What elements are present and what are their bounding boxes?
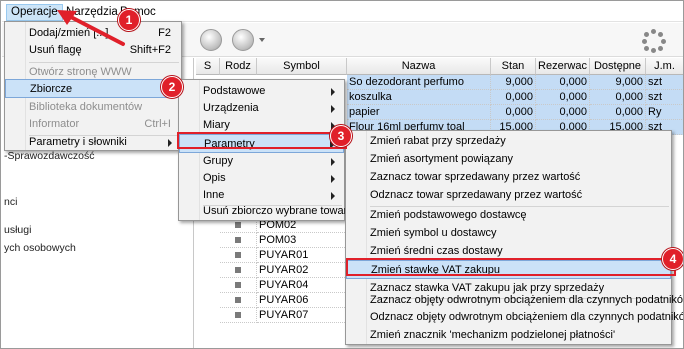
cell-symbol: PUYAR01 [257,248,347,263]
column-header-nazwa[interactable]: Nazwa [347,58,491,75]
menu-item-zmien-symbol[interactable]: Zmień symbol u dostawcy [346,224,671,243]
menu-item-label: Zbiorcze [30,83,73,95]
cell-rezerwacje: 0,000 [536,75,590,90]
cell-jm: szt [646,90,683,105]
cell-symbol: PUYAR04 [257,278,347,293]
submenu-arrow-icon [168,139,172,147]
product-type-icon [220,233,257,248]
menu-item-zaznacz-przez-wartosc[interactable]: Zaznacz towar sprzedawany przez wartość [346,168,671,187]
menu-item-label: Zmień znacznik 'mechanizm podzielonej pł… [370,329,616,341]
cell-rezerwacje: 0,000 [536,90,590,105]
cell-stan: 9,000 [491,75,536,90]
menu-item-informator: Informator Ctrl+I [5,115,181,134]
chevron-down-icon[interactable] [259,38,265,42]
cell-dostepne: 0,000 [590,105,646,120]
menu-item-label: Zmień asortyment powiązany [370,153,514,165]
menu-item-usun-flage[interactable]: Usuń flagę Shift+F2 [5,41,181,60]
menu-item-label: Usuń flagę [29,44,82,56]
menu-item-label: Zmień rabat przy sprzedaży [370,135,506,147]
menu-item-label: Odznacz towar sprzedawany przez wartość [370,189,583,201]
cell-symbol: PUYAR02 [257,263,347,278]
shortcut-label: Ctrl+I [144,118,171,130]
menu-bar: Operacje Narzędzia Pomoc [2,2,683,22]
menu-item-zmien-rabat[interactable]: Zmień rabat przy sprzedaży [346,132,671,151]
menu-item-zbiorcze[interactable]: Zbiorcze [5,79,181,98]
cell-nazwa: papier [347,105,491,120]
operacje-menu: Dodaj/zmień [...] F2 Usuń flagę Shift+F2… [4,21,182,151]
product-type-icon [220,263,257,278]
parametry-submenu: Zmień rabat przy sprzedaży Zmień asortym… [345,130,683,345]
submenu-arrow-icon [331,88,335,96]
annotation-box-parametry [177,132,347,149]
cell-symbol: PUYAR06 [257,293,347,308]
column-header-dostepne[interactable]: Dostępne [590,58,646,75]
product-type-icon [220,278,257,293]
menu-item-label: Informator [29,118,80,130]
cell-stan: 0,000 [491,105,536,120]
column-header-stan[interactable]: Stan [491,58,536,75]
app-window: Operacje Narzędzia Pomoc -Sprawozdawczoś… [0,0,684,349]
tree-item[interactable]: ych osobowych [4,242,76,254]
menu-item-label: Zmień podstawowego dostawcę [370,209,527,221]
menu-item-label: Usuń zbiorczo wybrane towary [203,205,353,217]
column-header-rodz[interactable]: Rodz [220,58,257,75]
menu-item-label: Zmień symbol u dostawcy [370,227,497,239]
cell-symbol: PUYAR07 [257,308,347,323]
column-header-jm[interactable]: J.m. [646,58,683,75]
column-header-rezerwacje[interactable]: Rezerwac [536,58,590,75]
shortcut-label: Shift+F2 [129,44,171,56]
product-type-icon [220,248,257,263]
cell-nazwa: So dezodorant perfumo [347,75,491,90]
menu-item-mechanizm-platnosci[interactable]: Zmień znacznik 'mechanizm podzielonej pł… [346,326,671,345]
step-badge-3: 3 [330,125,352,147]
menu-item-label: Parametry i słowniki [29,136,127,148]
cell-jm: szt [646,75,683,90]
toolbar-user-button[interactable] [200,29,222,51]
zbiorcze-submenu: Podstawowe Urządzenia Miary Parametry Gr… [178,79,353,221]
product-type-icon [220,308,257,323]
cell-jm: Ry [646,105,683,120]
menu-narzedzia[interactable]: Narzędzia [62,4,122,21]
annotation-box-vat-zakupu [346,258,676,276]
submenu-arrow-icon [331,105,335,113]
menu-item-odznacz-odwrotne-obciazenie[interactable]: Odznacz objęty odwrotnym obciążeniem dla… [346,308,683,327]
column-header-symbol[interactable]: Symbol [257,58,347,75]
step-badge-4: 4 [662,248,683,270]
cell-nazwa: koszulka [347,90,491,105]
menu-item-usun-zbiorczo[interactable]: Usuń zbiorczo wybrane towary [179,202,353,221]
menu-item-label: Zaznacz towar sprzedawany przez wartość [370,171,581,183]
tree-item[interactable]: usługi [4,224,31,236]
cell-rezerwacje: 0,000 [536,105,590,120]
step-badge-2: 2 [161,76,183,98]
cell-stan: 0,000 [491,90,536,105]
cell-symbol: POM03 [257,233,347,248]
toolbar-help-button[interactable] [232,29,254,51]
menu-operacje[interactable]: Operacje [6,4,63,21]
step-badge-1: 1 [118,9,140,31]
loading-spinner-icon [642,29,666,53]
submenu-arrow-icon [331,175,335,183]
tree-item[interactable]: nci [4,196,17,208]
menu-item-parametry-slowniki[interactable]: Parametry i słowniki [5,133,181,152]
menu-item-odznacz-przez-wartosc[interactable]: Odznacz towar sprzedawany przez wartość [346,186,671,205]
menu-item-zmien-asortyment[interactable]: Zmień asortyment powiązany [346,150,671,169]
menu-item-zmien-dostawce[interactable]: Zmień podstawowego dostawcę [346,206,671,225]
column-header-s[interactable]: S [196,58,220,75]
submenu-arrow-icon [331,192,335,200]
cell-dostepne: 0,000 [590,90,646,105]
product-type-icon [220,293,257,308]
cell-dostepne: 9,000 [590,75,646,90]
submenu-arrow-icon [331,158,335,166]
menu-item-label: Odznacz objęty odwrotnym obciążeniem dla… [370,311,684,323]
